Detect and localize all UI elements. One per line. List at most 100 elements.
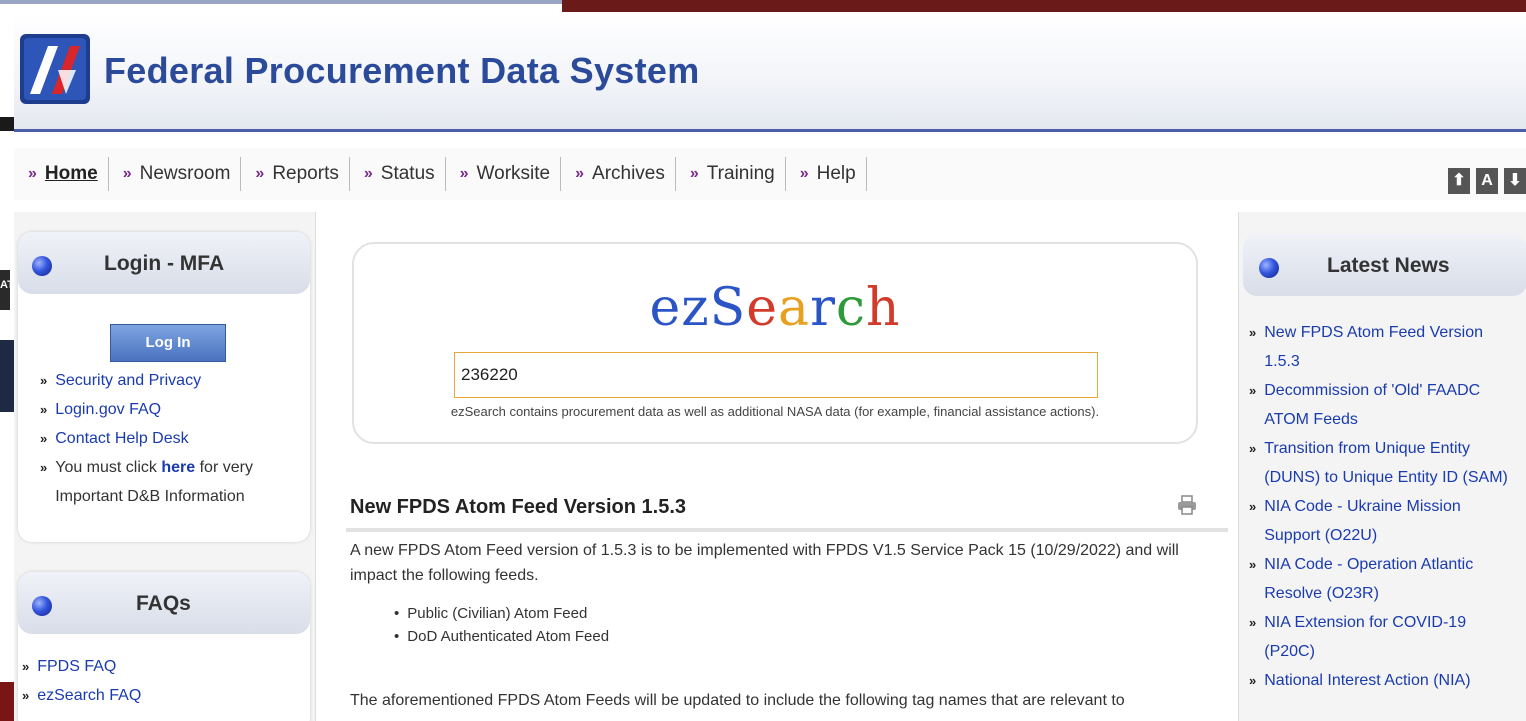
- article-title: New FPDS Atom Feed Version 1.5.3: [350, 496, 687, 518]
- news-link[interactable]: National Interest Action (NIA): [1264, 666, 1470, 695]
- login-panel: Login - MFA Log In » Security and Privacy…: [18, 232, 310, 542]
- list-item: » National Interest Action (NIA): [1249, 666, 1521, 695]
- chevron-icon: »: [799, 165, 809, 182]
- nav-item-archives[interactable]: » Archives: [560, 157, 675, 191]
- faqs-panel-header: FAQs: [18, 572, 310, 634]
- news-link[interactable]: NIA Code - Ukraine Mission Support (O22U…: [1264, 492, 1521, 550]
- news-link[interactable]: NIA Code - Operation Atlantic Resolve (O…: [1264, 550, 1521, 608]
- article-paragraph: The aforementioned FPDS Atom Feeds will …: [350, 692, 1125, 709]
- nav-item-status[interactable]: » Status: [348, 157, 445, 191]
- list-item: » FPDS FAQ: [22, 652, 292, 681]
- edge-strip-left-text: AT: [0, 270, 10, 310]
- chevron-icon: »: [689, 165, 699, 182]
- security-privacy-link[interactable]: Security and Privacy: [55, 366, 201, 395]
- contact-help-desk-link[interactable]: Contact Help Desk: [55, 424, 188, 453]
- latest-news-header: Latest News: [1243, 234, 1526, 296]
- nav-item-training[interactable]: » Training: [674, 157, 785, 191]
- ezsearch-logo: ezSearch: [649, 278, 901, 338]
- faq-links: » FPDS FAQ » ezSearch FAQ: [22, 652, 292, 710]
- feed-list: Public (Civilian) Atom Feed DoD Authenti…: [394, 602, 609, 648]
- chevron-icon: »: [28, 165, 37, 182]
- nav-item-help[interactable]: » Help: [784, 157, 866, 191]
- article-divider: [346, 528, 1228, 532]
- news-list: » New FPDS Atom Feed Version 1.5.3 » Decom…: [1249, 318, 1521, 695]
- latest-news-panel: Latest News » New FPDS Atom Feed Version …: [1243, 234, 1526, 721]
- chevron-icon: »: [459, 165, 469, 182]
- ezsearch-input[interactable]: [454, 352, 1098, 398]
- list-item: » Login.gov FAQ: [40, 395, 302, 424]
- double-chevron-icon: »: [1249, 441, 1257, 456]
- ezsearch-faq-link[interactable]: ezSearch FAQ: [37, 681, 141, 710]
- double-chevron-icon: »: [1249, 325, 1257, 340]
- font-size-button[interactable]: A: [1476, 168, 1498, 194]
- double-chevron-icon: »: [1249, 499, 1257, 514]
- edge-strip-top-left: [0, 0, 562, 4]
- right-sidebar: Latest News » New FPDS Atom Feed Version …: [1238, 212, 1526, 721]
- news-link[interactable]: Decommission of 'Old' FAADC ATOM Feeds: [1264, 376, 1521, 434]
- double-chevron-icon: »: [40, 373, 48, 388]
- double-chevron-icon: »: [1249, 615, 1257, 630]
- edge-strip-top-right: [562, 0, 1526, 12]
- chevron-icon: »: [575, 165, 585, 182]
- news-link[interactable]: NIA Extension for COVID-19 (P20C): [1264, 608, 1521, 666]
- list-item: » Contact Help Desk: [40, 424, 302, 453]
- double-chevron-icon: »: [1249, 673, 1257, 688]
- login-gov-faq-link[interactable]: Login.gov FAQ: [55, 395, 161, 424]
- list-item: » Decommission of 'Old' FAADC ATOM Feeds: [1249, 376, 1521, 434]
- scroll-down-icon[interactable]: ⬇: [1504, 168, 1526, 194]
- left-sidebar: Login - MFA Log In » Security and Privacy…: [14, 212, 316, 721]
- article-paragraph: A new FPDS Atom Feed version of 1.5.3 is…: [350, 542, 1179, 584]
- chevron-icon: »: [255, 165, 265, 182]
- news-link[interactable]: Transition from Unique Entity (DUNS) to …: [1264, 434, 1521, 492]
- edge-strip-left-navy: [0, 340, 14, 412]
- list-item: DoD Authenticated Atom Feed: [394, 625, 609, 648]
- double-chevron-icon: »: [40, 402, 48, 417]
- log-in-button[interactable]: Log In: [110, 324, 226, 362]
- fpds-faq-link[interactable]: FPDS FAQ: [37, 652, 116, 681]
- fpds-logo-icon[interactable]: [18, 32, 92, 106]
- main-nav: » Home » Newsroom » Reports » Status » Worksi…: [14, 148, 1526, 200]
- list-item: » NIA Extension for COVID-19 (P20C): [1249, 608, 1521, 666]
- list-item: » NIA Code - Operation Atlantic Resolve (…: [1249, 550, 1521, 608]
- db-notice: You must click here for very Important D…: [55, 459, 253, 505]
- bullet-orb-icon: [1259, 258, 1279, 278]
- double-chevron-icon: »: [22, 688, 30, 703]
- scroll-up-icon[interactable]: ⬆: [1448, 168, 1470, 194]
- faqs-panel: FAQs » FPDS FAQ » ezSearch FAQ: [18, 572, 310, 721]
- edge-strip-left-red: [0, 682, 14, 721]
- nav-divider: [865, 157, 867, 191]
- site-title: Federal Procurement Data System: [104, 50, 700, 91]
- bullet-orb-icon: [32, 596, 52, 616]
- here-link[interactable]: here: [161, 459, 195, 476]
- chevron-icon: »: [363, 165, 373, 182]
- bullet-orb-icon: [32, 256, 52, 276]
- list-item: » You must click here for very Important …: [40, 453, 302, 511]
- double-chevron-icon: »: [22, 659, 30, 674]
- nav-item-home[interactable]: » Home: [14, 157, 108, 191]
- double-chevron-icon: »: [40, 460, 48, 475]
- main-content: ezSearch ezSearch contains procurement d…: [316, 212, 1238, 721]
- list-item: » Security and Privacy: [40, 366, 302, 395]
- list-item: » Transition from Unique Entity (DUNS) to…: [1249, 434, 1521, 492]
- site-header: Federal Procurement Data System: [14, 12, 1526, 132]
- nav-item-worksite[interactable]: » Worksite: [444, 157, 560, 191]
- ezsearch-panel: ezSearch ezSearch contains procurement d…: [352, 242, 1198, 444]
- double-chevron-icon: »: [40, 431, 48, 446]
- printer-icon[interactable]: [1176, 494, 1198, 516]
- list-item: » New FPDS Atom Feed Version 1.5.3: [1249, 318, 1521, 376]
- nav-item-newsroom[interactable]: » Newsroom: [107, 157, 241, 191]
- ezsearch-note: ezSearch contains procurement data as we…: [450, 404, 1100, 419]
- double-chevron-icon: »: [1249, 383, 1257, 398]
- text-size-tools: ⬆ A ⬇: [1448, 168, 1526, 194]
- login-panel-title: Login - MFA: [104, 252, 225, 275]
- login-links: » Security and Privacy » Login.gov FAQ » Co…: [40, 366, 302, 511]
- faqs-panel-title: FAQs: [136, 592, 191, 615]
- news-link[interactable]: New FPDS Atom Feed Version 1.5.3: [1264, 318, 1521, 376]
- login-panel-header: Login - MFA: [18, 232, 310, 294]
- list-item: » NIA Code - Ukraine Mission Support (O22…: [1249, 492, 1521, 550]
- list-item: » ezSearch FAQ: [22, 681, 292, 710]
- double-chevron-icon: »: [1249, 557, 1257, 572]
- nav-item-reports[interactable]: » Reports: [240, 157, 348, 191]
- list-item: Public (Civilian) Atom Feed: [394, 602, 609, 625]
- chevron-icon: »: [122, 165, 132, 182]
